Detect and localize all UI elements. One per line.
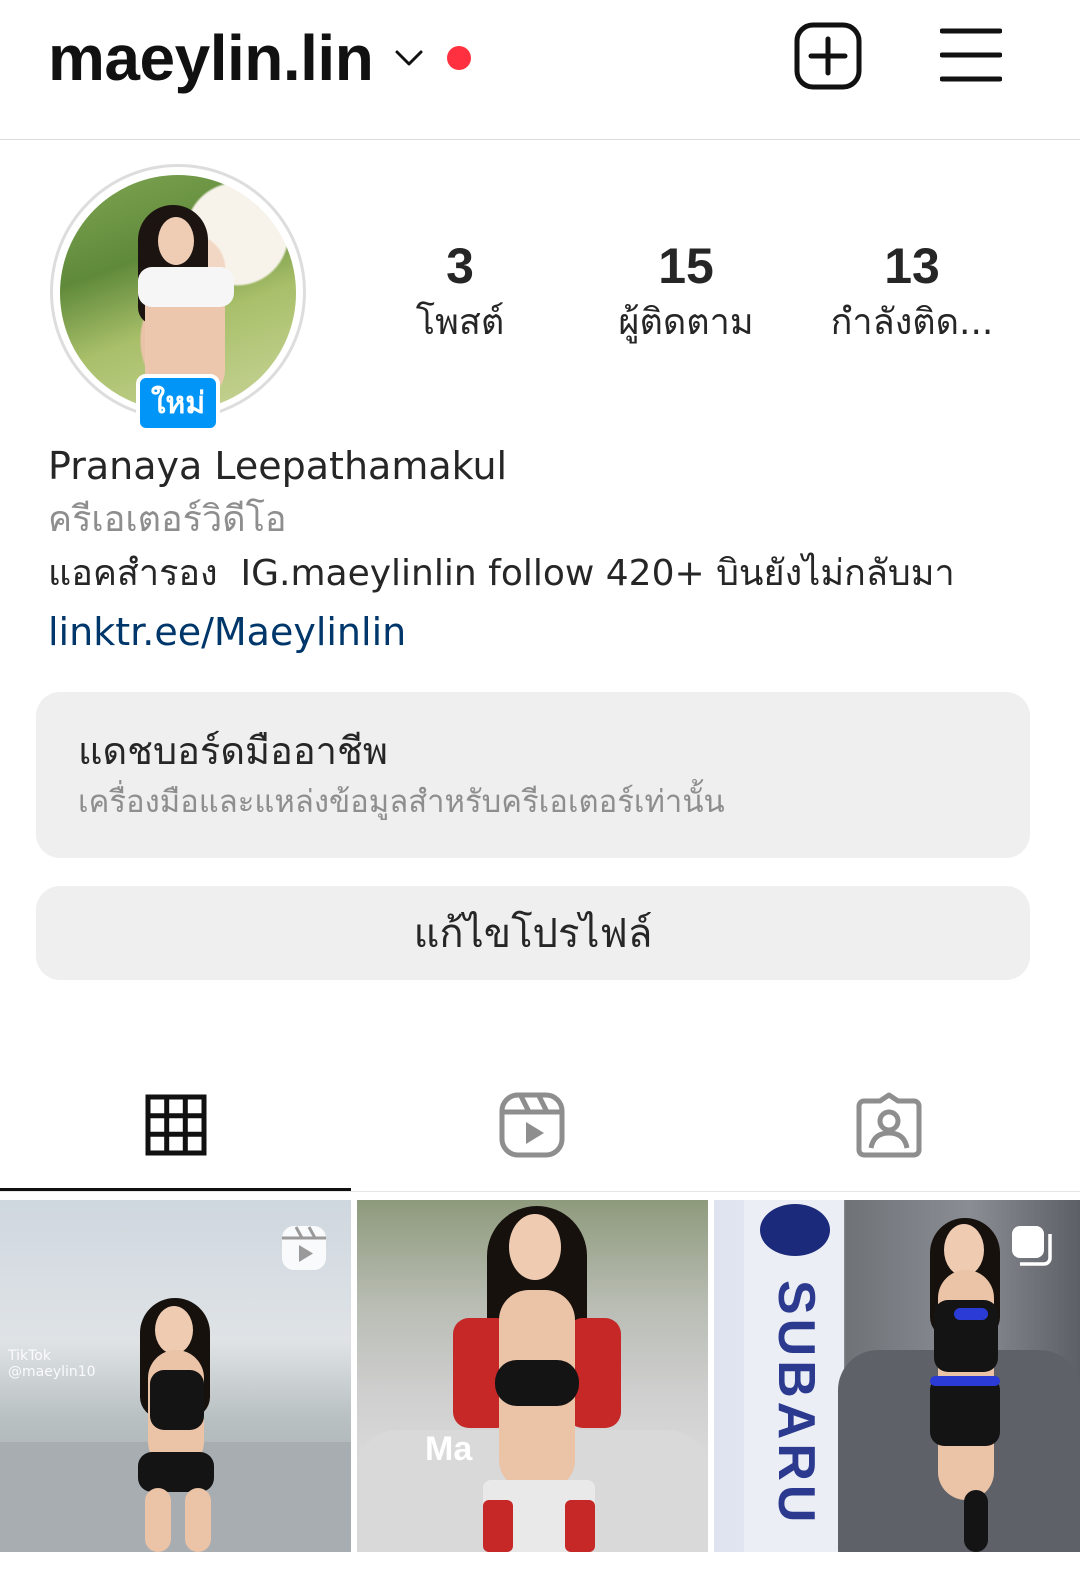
professional-dashboard-card[interactable]: แดชบอร์ดมืออาชีพ เครื่องมือและแหล่งข้อมู…	[36, 692, 1030, 858]
posts-label: โพสต์	[415, 302, 505, 343]
stat-followers[interactable]: 15 ผู้ติดตาม	[586, 236, 786, 350]
new-badge: ใหม่	[136, 374, 220, 432]
posts-count: 3	[446, 238, 474, 294]
chevron-down-icon	[393, 42, 425, 74]
dashboard-subtitle: เครื่องมือและแหล่งข้อมูลสำหรับครีเอเตอร์…	[78, 784, 725, 820]
full-name: Pranaya Leepathamakul	[48, 444, 508, 488]
subaru-sign-text: SUBARU	[767, 1280, 825, 1527]
new-post-button[interactable]	[794, 22, 862, 90]
followers-label: ผู้ติดตาม	[618, 302, 754, 343]
stat-following[interactable]: 13 กำลังติด...	[812, 236, 1012, 350]
tagged-person-icon	[856, 1092, 922, 1158]
followers-count: 15	[658, 238, 714, 294]
post-tile-1[interactable]: TikTok @maeylin10	[0, 1200, 351, 1552]
tiktok-watermark: TikTok @maeylin10	[8, 1348, 96, 1380]
tab-tagged[interactable]	[713, 1060, 1065, 1190]
following-count: 13	[884, 238, 940, 294]
following-label: กำลังติด...	[830, 302, 994, 343]
tab-reels[interactable]	[356, 1060, 708, 1190]
top-bar: maeylin.lin	[0, 0, 1080, 140]
bio-link[interactable]: linktr.ee/Maeylinlin	[48, 606, 406, 658]
dashboard-title: แดชบอร์ดมืออาชีพ	[78, 729, 388, 773]
notification-dot	[447, 46, 472, 70]
grid-icon	[145, 1094, 207, 1156]
account-switcher[interactable]: maeylin.lin	[48, 18, 472, 98]
plus-square-icon	[794, 22, 862, 90]
car-text: Ma	[425, 1430, 473, 1468]
menu-button[interactable]	[939, 26, 1003, 84]
reels-icon	[282, 1226, 326, 1270]
post-tile-3[interactable]: SUBARU	[714, 1200, 1080, 1552]
category-label: ครีเอเตอร์วิดีโอ	[48, 499, 287, 540]
reels-icon	[499, 1092, 565, 1158]
edit-profile-button[interactable]: แก้ไขโปรไฟล์	[36, 886, 1030, 980]
username: maeylin.lin	[48, 22, 374, 94]
tabs-divider	[0, 1191, 1080, 1192]
subaru-logo	[760, 1204, 830, 1256]
hamburger-icon	[939, 28, 1003, 82]
stat-posts[interactable]: 3 โพสต์	[360, 236, 560, 350]
bio-text: แอคสำรอง IG.maeylinlin follow 420+ บินยั…	[48, 553, 955, 594]
carousel-icon	[1012, 1226, 1052, 1266]
post-tile-2[interactable]: Ma	[357, 1200, 708, 1552]
tab-grid[interactable]	[0, 1060, 352, 1190]
